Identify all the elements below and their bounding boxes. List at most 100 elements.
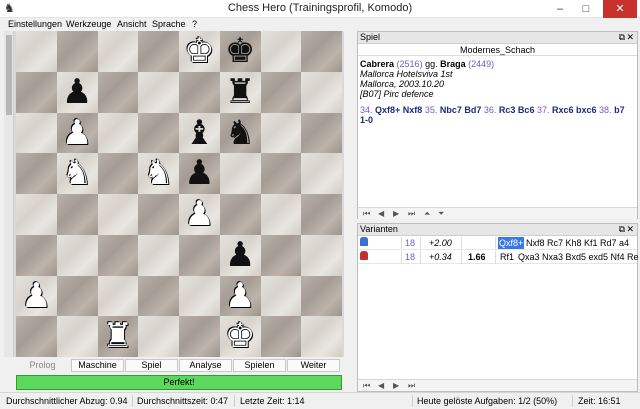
square-b1[interactable]	[56, 316, 98, 357]
square-f7[interactable]: ♜	[219, 71, 261, 113]
square-b5[interactable]: ♞	[56, 153, 98, 194]
tab-spielen[interactable]: Spielen	[233, 359, 286, 372]
tab-weiter[interactable]: Weiter	[287, 359, 340, 372]
first-move-icon[interactable]: ⏮	[363, 208, 370, 219]
square-c5[interactable]	[97, 153, 139, 194]
chess-board[interactable]: ♚ ♚ ♟ ♜ ♟ ♝ ♞ ♞ ♞ ♟ ♟ ♟ ♟ ♟ ♜ ♚	[16, 31, 342, 357]
square-f5[interactable]	[219, 153, 261, 194]
white-piece-k-icon[interactable]: ♚	[179, 31, 220, 72]
close-button[interactable]: ✕	[603, 0, 637, 18]
square-g5[interactable]	[260, 153, 302, 194]
square-d6[interactable]	[138, 112, 179, 154]
panel-close-icon[interactable]: ✕	[626, 32, 634, 43]
panel-close-icon[interactable]: ✕	[626, 224, 634, 235]
square-h5[interactable]	[301, 153, 342, 194]
last-move-icon[interactable]: ⏭	[408, 208, 415, 219]
last-move-icon[interactable]: ⏭	[408, 380, 415, 391]
square-c6[interactable]	[97, 112, 139, 154]
square-d4[interactable]	[138, 194, 179, 235]
square-g7[interactable]	[260, 71, 302, 113]
square-g3[interactable]	[260, 234, 302, 276]
square-a3[interactable]	[16, 234, 57, 276]
move-text[interactable]: Rc3 Bc6	[499, 105, 535, 115]
square-d8[interactable]	[138, 31, 179, 72]
square-f4[interactable]	[219, 194, 261, 235]
square-f3[interactable]: ♟	[219, 234, 261, 276]
float-icon[interactable]: ⧉	[619, 32, 625, 43]
table-row[interactable]: 18 +2.00 Qxf8+ Nxf8 Rc7 Kh8 Kf1 Rd7 a4	[358, 237, 637, 250]
square-a8[interactable]	[16, 31, 57, 72]
next-move-icon[interactable]: ▶	[393, 380, 399, 391]
square-e2[interactable]	[179, 275, 220, 317]
square-g4[interactable]	[260, 194, 302, 235]
square-b2[interactable]	[56, 275, 98, 317]
move-text[interactable]: Rxc6 bxc6	[552, 105, 597, 115]
scrollbar-thumb[interactable]	[6, 35, 12, 115]
square-c7[interactable]	[97, 71, 139, 113]
white-piece-n-icon[interactable]: ♞	[138, 153, 179, 194]
square-e4[interactable]: ♟	[179, 194, 220, 235]
square-h2[interactable]	[301, 275, 342, 317]
white-piece-k-icon[interactable]: ♚	[220, 316, 261, 357]
square-c1[interactable]: ♜	[97, 316, 139, 357]
square-d7[interactable]	[138, 71, 179, 113]
black-piece-p-icon[interactable]: ♟	[220, 235, 261, 276]
square-c8[interactable]	[97, 31, 139, 72]
white-piece-p-icon[interactable]: ♟	[220, 276, 261, 317]
square-e1[interactable]	[179, 316, 220, 357]
square-e5[interactable]: ♟	[179, 153, 220, 194]
black-piece-n-icon[interactable]: ♞	[220, 113, 261, 154]
move-text[interactable]: Nbc7 Bd7	[440, 105, 482, 115]
white-piece-p-icon[interactable]: ♟	[179, 194, 220, 235]
square-a2[interactable]: ♟	[16, 275, 57, 317]
menu-ansicht[interactable]: Ansicht	[117, 18, 147, 30]
square-b4[interactable]	[56, 194, 98, 235]
menu-sprache[interactable]: Sprache	[152, 18, 186, 30]
first-move[interactable]: Rf1	[500, 251, 514, 263]
square-h4[interactable]	[301, 194, 342, 235]
next-move-icon[interactable]: ▶	[393, 208, 399, 219]
square-b8[interactable]	[56, 31, 98, 72]
white-piece-p-icon[interactable]: ♟	[57, 113, 98, 154]
square-e7[interactable]	[179, 71, 220, 113]
square-d5[interactable]: ♞	[138, 153, 179, 194]
square-c4[interactable]	[97, 194, 139, 235]
white-piece-n-icon[interactable]: ♞	[57, 153, 98, 194]
square-h1[interactable]	[301, 316, 342, 357]
tab-prolog[interactable]: Prolog	[16, 359, 69, 372]
square-e3[interactable]	[179, 234, 220, 276]
prev-move-icon[interactable]: ◀	[378, 380, 384, 391]
board-scrollbar[interactable]	[4, 31, 14, 357]
square-d1[interactable]	[138, 316, 179, 357]
square-a1[interactable]	[16, 316, 57, 357]
up-icon[interactable]: ⏶	[424, 208, 430, 219]
square-h8[interactable]	[301, 31, 342, 72]
tab-spiel[interactable]: Spiel	[125, 359, 178, 372]
square-e6[interactable]: ♝	[179, 112, 220, 154]
tab-maschine[interactable]: Maschine	[71, 359, 124, 372]
float-icon[interactable]: ⧉	[619, 224, 625, 235]
square-h7[interactable]	[301, 71, 342, 113]
square-h3[interactable]	[301, 234, 342, 276]
white-piece-p-icon[interactable]: ♟	[16, 276, 57, 317]
square-a4[interactable]	[16, 194, 57, 235]
first-move-icon[interactable]: ⏮	[363, 380, 370, 391]
square-h6[interactable]	[301, 112, 342, 154]
square-g2[interactable]	[260, 275, 302, 317]
square-d3[interactable]	[138, 234, 179, 276]
square-f1[interactable]: ♚	[219, 316, 261, 357]
down-icon[interactable]: ⏷	[438, 208, 444, 219]
square-f2[interactable]: ♟	[219, 275, 261, 317]
square-a5[interactable]	[16, 153, 57, 194]
square-g1[interactable]	[260, 316, 302, 357]
tab-analyse[interactable]: Analyse	[179, 359, 232, 372]
first-move[interactable]: Qxf8+	[498, 237, 525, 249]
square-a6[interactable]	[16, 112, 57, 154]
prev-move-icon[interactable]: ◀	[378, 208, 384, 219]
black-piece-k-icon[interactable]: ♚	[220, 31, 261, 72]
black-piece-b-icon[interactable]: ♝	[179, 113, 220, 154]
table-row[interactable]: 18 +0.34 1.66 Rf1 Qxa3 Nxa3 Bxd5 exd5 Nf…	[358, 251, 639, 264]
white-piece-r-icon[interactable]: ♜	[98, 316, 139, 357]
black-piece-p-icon[interactable]: ♟	[179, 153, 220, 194]
square-b7[interactable]: ♟	[56, 71, 98, 113]
